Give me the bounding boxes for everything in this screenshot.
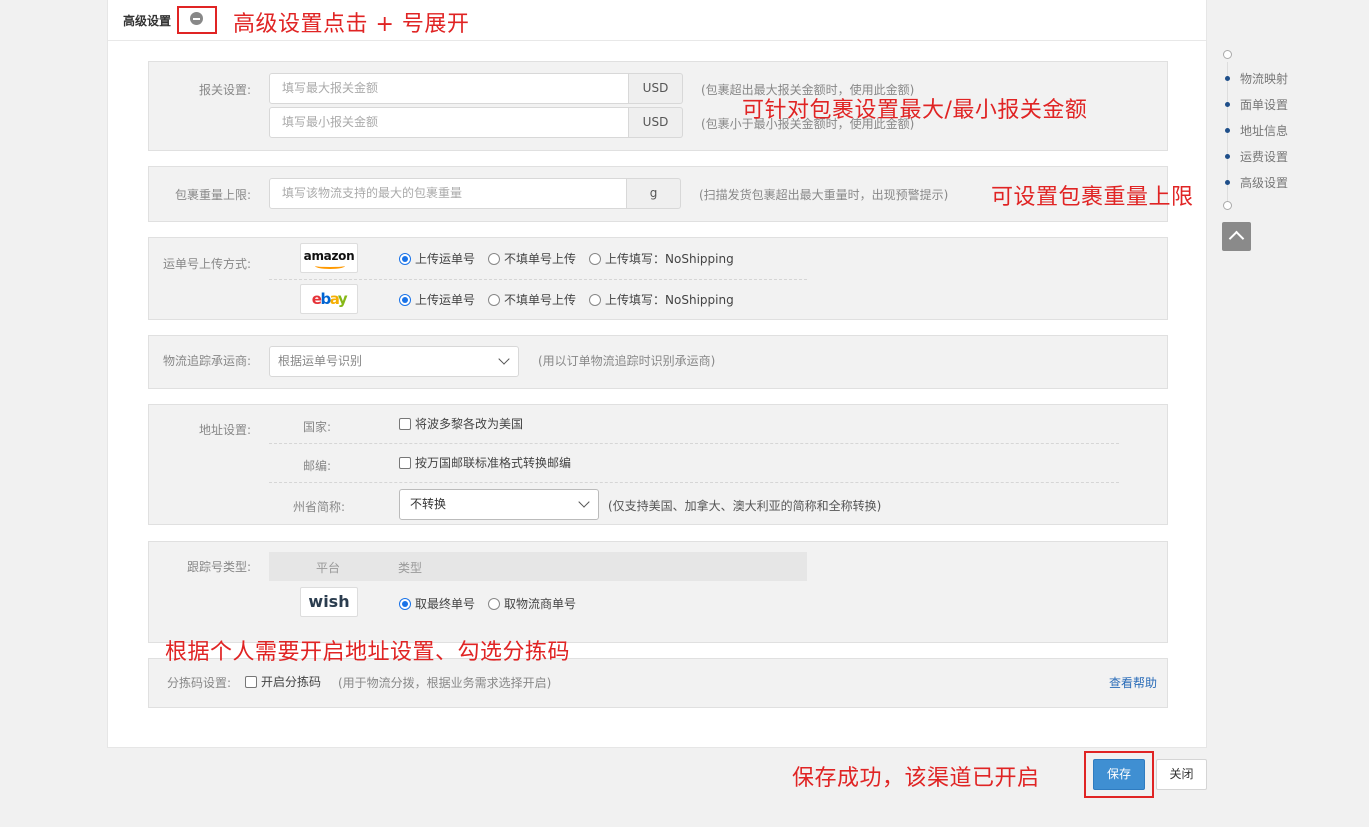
chevron-down-icon (578, 496, 590, 508)
amazon-radio-noshipping[interactable]: 上传填写：NoShipping (589, 250, 734, 267)
customs-max-currency: USD (629, 73, 683, 104)
annotation-weight: 可设置包裹重量上限 (991, 185, 1194, 210)
state-hint: (仅支持美国、加拿大、澳大利亚的简称和全称转换) (608, 499, 882, 513)
weight-input[interactable]: 填写该物流支持的最大的包裹重量 (269, 178, 627, 209)
tracking-label: 跟踪号类型: (186, 560, 251, 574)
divider (269, 482, 1119, 483)
weight-unit: g (627, 178, 681, 209)
carrier-select[interactable]: 根据运单号识别 (269, 346, 519, 377)
amazon-logo: amazon (300, 243, 358, 273)
sorting-hint: (用于物流分拨，根据业务需求选择开启) (338, 676, 552, 690)
customs-max-input[interactable]: 填写最大报关金额 (269, 73, 629, 104)
nav-item-advanced[interactable]: 高级设置 (1218, 174, 1288, 191)
annotation-customs: 可针对包裹设置最大/最小报关金额 (742, 98, 1088, 123)
annotation-box-expand (177, 6, 217, 34)
amazon-upload-options: 上传运单号 不填单号上传 上传填写：NoShipping (399, 250, 747, 267)
state-label: 州省简称: (292, 500, 345, 514)
zip-checkbox[interactable]: 按万国邮联标准格式转换邮编 (399, 454, 571, 471)
customs-min-group: 填写最小报关金额 USD (269, 107, 683, 138)
carrier-section: 物流追踪承运商: 根据运单号识别 (用以订单物流追踪时识别承运商) (148, 335, 1168, 389)
weight-label: 包裹重量上限: (174, 188, 251, 202)
nav-item-label-settings[interactable]: 面单设置 (1218, 96, 1288, 113)
customs-min-currency: USD (629, 107, 683, 138)
annotation-box-save (1084, 751, 1154, 798)
carrier-hint: (用以订单物流追踪时识别承运商) (538, 354, 716, 368)
card-title: 高级设置 (123, 14, 172, 28)
nav-item-logistics-mapping[interactable]: 物流映射 (1218, 70, 1288, 87)
wish-logo: wish (300, 587, 358, 617)
country-checkbox[interactable]: 将波多黎各改为美国 (399, 415, 523, 432)
sorting-label: 分拣码设置: (166, 676, 231, 690)
amazon-radio-upload[interactable]: 上传运单号 (399, 250, 475, 267)
tracking-table-header: 平台 类型 (269, 552, 807, 581)
upload-section: 运单号上传方式: amazon 上传运单号 不填单号上传 上传填写：NoShip… (148, 237, 1168, 320)
state-select[interactable]: 不转换 (399, 489, 599, 520)
tracking-section: 跟踪号类型: 平台 类型 wish 取最终单号 取物流商单号 (148, 541, 1168, 643)
divider (269, 443, 1119, 444)
upload-label: 运单号上传方式: (162, 257, 251, 271)
annotation-save: 保存成功，该渠道已开启 (792, 766, 1040, 791)
address-label: 地址设置: (198, 423, 251, 437)
annotation-expand: 高级设置点击 + 号展开 (233, 12, 470, 37)
customs-max-group: 填写最大报关金额 USD (269, 73, 683, 104)
nav-end-ring (1223, 201, 1232, 210)
col-type: 类型 (398, 561, 423, 575)
back-to-top-button[interactable] (1222, 222, 1251, 251)
radio-carrier-number[interactable]: 取物流商单号 (488, 595, 576, 612)
weight-hint: (扫描发货包裹超出最大重量时，出现预警提示) (699, 188, 949, 202)
weight-group: 填写该物流支持的最大的包裹重量 g (269, 178, 681, 209)
help-link[interactable]: 查看帮助 (1109, 674, 1157, 691)
amazon-radio-no-number[interactable]: 不填单号上传 (488, 250, 576, 267)
annotation-address: 根据个人需要开启地址设置、勾选分拣码 (165, 640, 571, 665)
ebay-logo: ebay (300, 284, 358, 314)
carrier-label: 物流追踪承运商: (162, 354, 251, 368)
tracking-options: 取最终单号 取物流商单号 (399, 595, 589, 612)
ebay-radio-no-number[interactable]: 不填单号上传 (488, 291, 576, 308)
chevron-down-icon (498, 353, 510, 365)
customs-label: 报关设置: (198, 83, 251, 97)
nav-start-ring (1223, 50, 1232, 59)
address-section: 地址设置: 国家: 将波多黎各改为美国 邮编: 按万国邮联标准格式转换邮编 州省… (148, 404, 1168, 525)
ebay-radio-upload[interactable]: 上传运单号 (399, 291, 475, 308)
radio-final-number[interactable]: 取最终单号 (399, 595, 475, 612)
zip-label: 邮编: (302, 459, 331, 473)
nav-item-shipping-fee[interactable]: 运费设置 (1218, 148, 1288, 165)
customs-min-input[interactable]: 填写最小报关金额 (269, 107, 629, 138)
country-label: 国家: (302, 420, 331, 434)
sorting-checkbox[interactable]: 开启分拣码 (245, 673, 321, 690)
ebay-radio-noshipping[interactable]: 上传填写：NoShipping (589, 291, 734, 308)
divider (269, 279, 807, 280)
col-platform: 平台 (316, 561, 341, 575)
ebay-upload-options: 上传运单号 不填单号上传 上传填写：NoShipping (399, 291, 747, 308)
close-button[interactable]: 关闭 (1156, 759, 1207, 790)
nav-item-address-info[interactable]: 地址信息 (1218, 122, 1288, 139)
